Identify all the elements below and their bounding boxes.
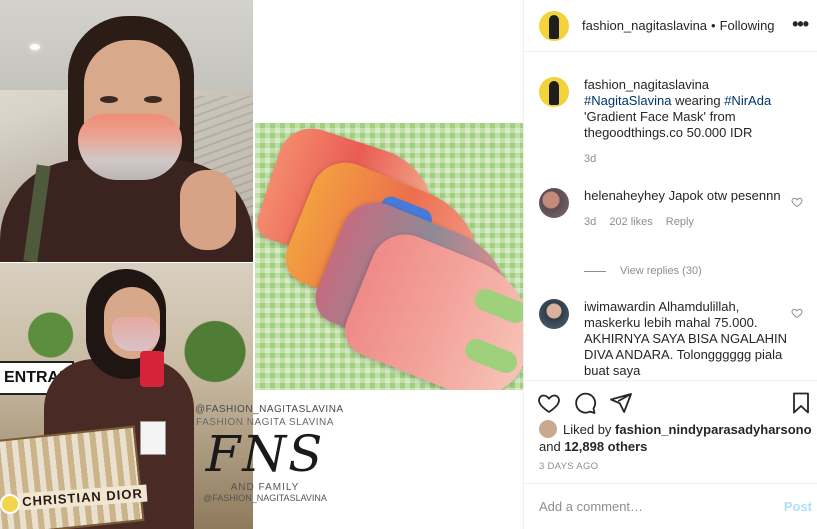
comment-time[interactable]: 3d <box>584 216 596 228</box>
comment-icon[interactable] <box>573 391 597 415</box>
eye-right <box>144 96 162 103</box>
caption-time[interactable]: 3d <box>584 153 596 165</box>
mask-ear-loop <box>471 285 523 327</box>
post-date[interactable]: 3 DAYS AGO <box>539 461 598 472</box>
post-header: fashion_nagitaslavina • Following ••• <box>524 0 817 52</box>
watermark-handle-bottom: @FASHION_NAGITASLAVINA <box>203 493 327 503</box>
add-comment-bar: Post <box>524 483 817 529</box>
reply-button[interactable]: Reply <box>666 216 694 228</box>
comment-body: iwimawardin Alhamdulillah, maskerku lebi… <box>584 299 794 379</box>
commenter-avatar[interactable] <box>539 188 569 218</box>
comment-text: Japok otw pesennn <box>664 188 781 203</box>
tagged-user-avatar[interactable] <box>0 494 20 514</box>
watermark-logo: FNS <box>205 425 325 483</box>
liker-username[interactable]: fashion_nindyparasadyharsono <box>615 422 812 437</box>
watermark-family: AND FAMILY <box>230 482 300 493</box>
id-badge <box>140 421 166 455</box>
comment-input[interactable] <box>539 499 769 514</box>
tote-bag <box>0 425 145 529</box>
ceiling-lamp <box>30 44 40 50</box>
watermark: @FASHION_NAGITASLAVINA FASHION NAGITA SL… <box>195 404 344 503</box>
likes-prefix: Liked by <box>563 422 616 437</box>
more-horizontal-icon[interactable]: ••• <box>792 14 809 35</box>
header-separator: • <box>711 18 716 33</box>
caption-username[interactable]: fashion_nagitaslavina <box>584 77 709 92</box>
phone <box>140 351 164 387</box>
post-side-panel: fashion_nagitaslavina • Following ••• fa… <box>523 0 817 529</box>
comment-likes[interactable]: 202 likes <box>609 216 652 228</box>
commenter-avatar[interactable] <box>539 299 569 329</box>
eye-left <box>100 96 118 103</box>
caption: fashion_nagitaslavina #NagitaSlavina wea… <box>539 77 809 167</box>
comment-meta: 3d 202 likes Reply <box>584 214 794 230</box>
commenter-username[interactable]: iwimawardin <box>584 299 656 314</box>
liker-avatar[interactable] <box>539 420 557 438</box>
caption-text-part: wearing <box>671 93 725 108</box>
comment-body: helenaheyhey Japok otw pesennn 3d 202 li… <box>584 188 794 230</box>
caption-meta: 3d <box>584 151 794 167</box>
hand <box>180 170 236 250</box>
author-username[interactable]: fashion_nagitaslavina <box>582 18 707 33</box>
comment: iwimawardin Alhamdulillah, maskerku lebi… <box>539 299 809 379</box>
likes-count[interactable]: 12,898 others <box>564 439 647 454</box>
heart-icon[interactable] <box>537 391 561 415</box>
hashtag-nirada[interactable]: #NirAda <box>724 93 771 108</box>
post-image[interactable]: ENTRAN CHRISTIAN DIOR @FASHION_NAGITASLA… <box>0 0 523 529</box>
mask-ear-loop <box>461 335 521 377</box>
commenter-username[interactable]: helenaheyhey <box>584 188 665 203</box>
photo-woman-masked-closeup <box>0 0 253 262</box>
action-bar <box>524 380 817 424</box>
comment: helenaheyhey Japok otw pesennn 3d 202 li… <box>539 188 809 230</box>
hashtag-nagitaslavina[interactable]: #NagitaSlavina <box>584 93 671 108</box>
gradient-mask <box>78 114 182 180</box>
post-button[interactable]: Post <box>784 499 812 514</box>
following-button[interactable]: Following <box>720 18 775 33</box>
share-icon[interactable] <box>609 391 633 415</box>
heart-icon[interactable] <box>791 196 803 208</box>
bookmark-icon[interactable] <box>789 391 813 415</box>
author-avatar[interactable] <box>539 10 569 41</box>
caption-avatar[interactable] <box>539 77 569 107</box>
caption-text: fashion_nagitaslavina #NagitaSlavina wea… <box>584 77 794 167</box>
likes-middle: and <box>539 439 565 454</box>
caption-text-part: 'Gradient Face Mask' from thegoodthings.… <box>584 109 753 140</box>
face-mask <box>112 317 160 351</box>
comments-list[interactable]: fashion_nagitaslavina #NagitaSlavina wea… <box>524 60 817 380</box>
watermark-handle: @FASHION_NAGITASLAVINA <box>195 404 344 415</box>
heart-icon[interactable] <box>791 307 803 319</box>
view-replies-label[interactable]: View replies (30) <box>620 265 702 277</box>
photo-gradient-masks <box>255 123 523 390</box>
view-replies-button[interactable]: View replies (30) <box>584 265 702 277</box>
likes-summary: Liked by fashion_nindyparasadyharsono an… <box>539 420 817 455</box>
replies-divider <box>584 270 606 272</box>
